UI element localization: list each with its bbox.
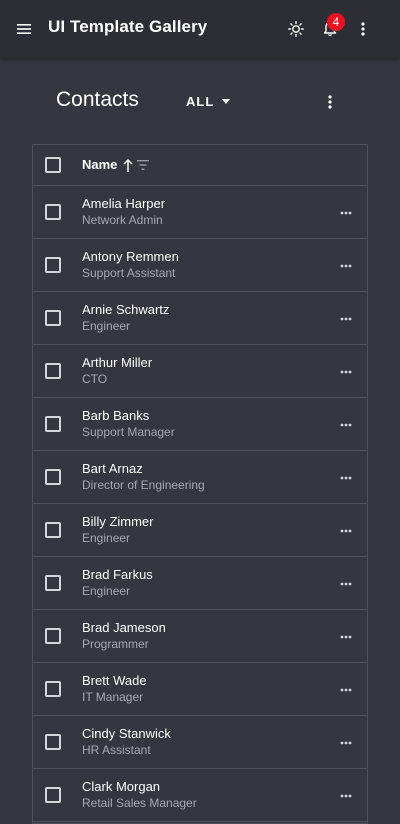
theme-toggle-button[interactable] bbox=[284, 17, 308, 41]
row-checkbox[interactable] bbox=[45, 363, 61, 379]
row-more-button[interactable] bbox=[335, 255, 357, 277]
table-header: Name bbox=[33, 145, 367, 186]
row-checkbox[interactable] bbox=[45, 734, 61, 750]
contact-role: Programmer bbox=[82, 637, 149, 651]
table-row[interactable]: Barb Banks Support Manager bbox=[33, 398, 367, 451]
page-title: Contacts bbox=[56, 88, 139, 111]
more-horiz-icon bbox=[340, 370, 352, 374]
contact-role: Engineer bbox=[82, 584, 131, 598]
more-horiz-icon bbox=[340, 635, 352, 639]
table-body: Amelia Harper Network Admin Antony Remmen S… bbox=[33, 186, 367, 822]
contact-role: Support Manager bbox=[82, 425, 175, 439]
contact-role: HR Assistant bbox=[82, 743, 151, 757]
appbar-more-button[interactable] bbox=[351, 17, 375, 41]
more-horiz-icon bbox=[340, 741, 352, 745]
contacts-table: Name Amelia Harper Network Admin Antony Re… bbox=[32, 144, 368, 824]
contact-name: Brad Jameson bbox=[82, 620, 166, 635]
row-more-button[interactable] bbox=[335, 467, 357, 489]
row-more-button[interactable] bbox=[335, 732, 357, 754]
row-more-button[interactable] bbox=[335, 202, 357, 224]
table-row[interactable]: Arthur Miller CTO bbox=[33, 345, 367, 398]
contact-name: Arnie Schwartz bbox=[82, 302, 170, 317]
table-row[interactable]: Cindy Stanwick HR Assistant bbox=[33, 716, 367, 769]
page-header: Contacts ALL bbox=[0, 58, 400, 144]
contact-name: Bart Arnaz bbox=[82, 461, 143, 476]
row-checkbox[interactable] bbox=[45, 204, 61, 220]
app-title: UI Template Gallery bbox=[48, 17, 208, 36]
row-checkbox[interactable] bbox=[45, 787, 61, 803]
row-more-button[interactable] bbox=[335, 573, 357, 595]
row-checkbox[interactable] bbox=[45, 522, 61, 538]
row-checkbox[interactable] bbox=[45, 575, 61, 591]
brightness-icon bbox=[288, 21, 304, 37]
table-row[interactable]: Arnie Schwartz Engineer bbox=[33, 292, 367, 345]
more-horiz-icon bbox=[340, 688, 352, 692]
table-row[interactable]: Antony Remmen Support Assistant bbox=[33, 239, 367, 292]
more-horiz-icon bbox=[340, 582, 352, 586]
more-horiz-icon bbox=[340, 529, 352, 533]
menu-button[interactable] bbox=[12, 17, 36, 41]
chevron-down-icon bbox=[222, 99, 231, 104]
table-row[interactable]: Amelia Harper Network Admin bbox=[33, 186, 367, 239]
column-header-name[interactable]: Name bbox=[82, 157, 117, 172]
contact-name: Barb Banks bbox=[82, 408, 150, 423]
table-row[interactable]: Billy Zimmer Engineer bbox=[33, 504, 367, 557]
notification-badge: 4 bbox=[327, 13, 345, 31]
app-bar: UI Template Gallery 4 bbox=[0, 0, 400, 58]
more-horiz-icon bbox=[340, 317, 352, 321]
row-checkbox[interactable] bbox=[45, 416, 61, 432]
contact-role: Support Assistant bbox=[82, 266, 176, 280]
contact-role: Network Admin bbox=[82, 213, 163, 227]
contact-name: Amelia Harper bbox=[82, 196, 166, 211]
contact-name: Arthur Miller bbox=[82, 355, 153, 370]
row-checkbox[interactable] bbox=[45, 681, 61, 697]
more-horiz-icon bbox=[340, 476, 352, 480]
page-more-button[interactable] bbox=[318, 90, 342, 114]
row-checkbox[interactable] bbox=[45, 257, 61, 273]
more-vert-icon bbox=[361, 22, 365, 36]
contact-role: Engineer bbox=[82, 531, 131, 545]
row-more-button[interactable] bbox=[335, 361, 357, 383]
contact-name: Clark Morgan bbox=[82, 779, 161, 794]
filter-icon[interactable] bbox=[136, 159, 150, 171]
sort-ascending-icon[interactable] bbox=[121, 157, 135, 173]
contact-role: IT Manager bbox=[82, 690, 144, 704]
more-horiz-icon bbox=[340, 211, 352, 215]
select-all-checkbox[interactable] bbox=[45, 157, 61, 173]
row-more-button[interactable] bbox=[335, 679, 357, 701]
row-checkbox[interactable] bbox=[45, 469, 61, 485]
more-horiz-icon bbox=[340, 264, 352, 268]
contact-name: Billy Zimmer bbox=[82, 514, 154, 529]
contact-filter-select[interactable]: ALL bbox=[186, 94, 231, 109]
row-more-button[interactable] bbox=[335, 520, 357, 542]
contact-name: Brett Wade bbox=[82, 673, 147, 688]
contact-role: Retail Sales Manager bbox=[82, 796, 197, 810]
table-row[interactable]: Clark Morgan Retail Sales Manager bbox=[33, 769, 367, 822]
contact-role: Director of Engineering bbox=[82, 478, 205, 492]
row-more-button[interactable] bbox=[335, 308, 357, 330]
contact-role: Engineer bbox=[82, 319, 131, 333]
table-row[interactable]: Brad Farkus Engineer bbox=[33, 557, 367, 610]
table-row[interactable]: Brett Wade IT Manager bbox=[33, 663, 367, 716]
row-checkbox[interactable] bbox=[45, 628, 61, 644]
row-checkbox[interactable] bbox=[45, 310, 61, 326]
contact-name: Brad Farkus bbox=[82, 567, 153, 582]
row-more-button[interactable] bbox=[335, 785, 357, 807]
table-row[interactable]: Bart Arnaz Director of Engineering bbox=[33, 451, 367, 504]
menu-icon bbox=[17, 24, 31, 34]
more-vert-icon bbox=[328, 95, 332, 109]
table-row[interactable]: Brad Jameson Programmer bbox=[33, 610, 367, 663]
contact-name: Cindy Stanwick bbox=[82, 726, 171, 741]
filter-value: ALL bbox=[186, 94, 215, 109]
more-horiz-icon bbox=[340, 423, 352, 427]
more-horiz-icon bbox=[340, 794, 352, 798]
row-more-button[interactable] bbox=[335, 626, 357, 648]
contact-role: CTO bbox=[82, 372, 108, 386]
contact-name: Antony Remmen bbox=[82, 249, 179, 264]
row-more-button[interactable] bbox=[335, 414, 357, 436]
